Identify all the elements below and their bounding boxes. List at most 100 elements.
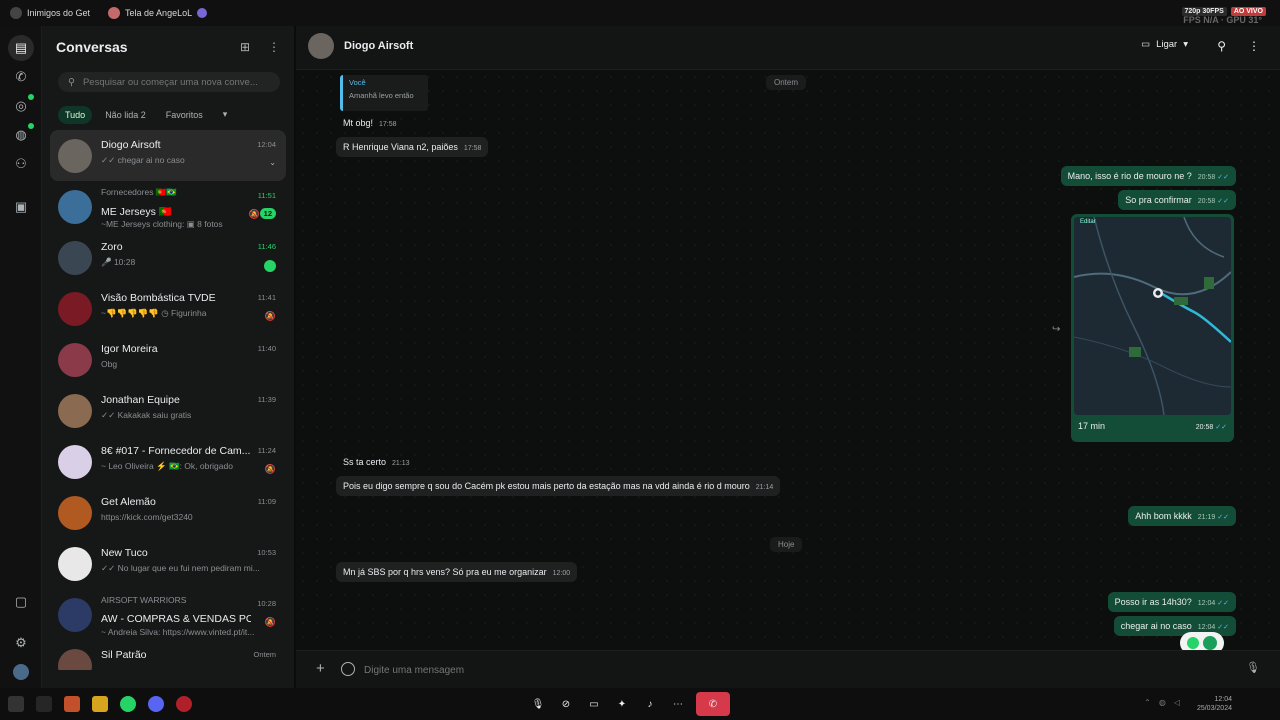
chat-item-diogo-airsoft[interactable]: Diogo Airsoft ✓✓ chegar ai no caso 12:04…	[50, 130, 286, 181]
channels-icon[interactable]: ◍	[12, 126, 30, 144]
map-image[interactable]: Editar	[1074, 217, 1231, 415]
message-input[interactable]	[364, 661, 1224, 679]
discord-icon[interactable]	[148, 696, 164, 712]
chat-item-me-jerseys[interactable]: Fornecedores 🇵🇹🇧🇷 ME Jerseys 🇵🇹 ~ME Jers…	[50, 181, 286, 232]
search-icon[interactable]	[36, 696, 52, 712]
chat-item-fornecedor[interactable]: 8€ #017 - Fornecedor de Cam... ~ Leo Oli…	[50, 436, 286, 487]
stream-avatar-icon	[108, 7, 121, 19]
message-outgoing[interactable]: Posso ir as 14h30? 12:04 ✓✓	[1107, 592, 1236, 612]
message-time: 20:58	[1195, 424, 1214, 431]
location-message[interactable]: Editar 17 min 20:58 ✓✓	[1071, 214, 1234, 442]
stream-tab-angelol[interactable]: Tela de AngeLoL	[125, 8, 192, 18]
contact-avatar[interactable]	[308, 33, 334, 59]
profile-avatar[interactable]	[12, 663, 30, 681]
chat-item-sil-patrao[interactable]: Sil Patrão Ontem	[50, 640, 286, 670]
end-call-button[interactable]: ✆	[696, 692, 730, 716]
stream-top-bar: Inimigos do Get Tela de AngeLoL 720p 30F…	[0, 0, 1280, 26]
folder-icon[interactable]	[92, 696, 108, 712]
communities-icon[interactable]: ⚇	[12, 155, 30, 173]
call-button[interactable]: ▭ Ligar ▾	[1141, 39, 1188, 50]
more-icon[interactable]: ⋯	[668, 694, 688, 714]
read-ticks-icon: ✓✓	[1217, 514, 1229, 521]
message-incoming[interactable]: Mn já SBS por q hrs vens? Só pra eu me o…	[336, 562, 578, 582]
message-outgoing[interactable]: Ahh bom kkkk 21:19 ✓✓	[1128, 506, 1236, 526]
settings-icon[interactable]: ⚙	[12, 634, 30, 652]
chat-item-new-tuco[interactable]: New Tuco ✓✓ No lugar que eu fui nem pedi…	[50, 538, 286, 589]
filter-favorites[interactable]: Favoritos	[159, 106, 210, 124]
emoji-icon[interactable]	[341, 662, 355, 676]
message-incoming[interactable]: Pois eu digo sempre q sou do Cacém pk es…	[336, 476, 781, 496]
whatsapp-icon[interactable]	[120, 696, 136, 712]
network-icon[interactable]: ◍	[1159, 698, 1166, 707]
stream-tab-get[interactable]: Inimigos do Get	[27, 8, 90, 18]
avatar	[58, 445, 92, 479]
conversation-panel: Diogo Airsoft ▭ Ligar ▾ ⚲ ⋮ Você Amanhã …	[296, 26, 1280, 688]
quote-author: Você	[349, 78, 366, 87]
firefox-icon[interactable]	[64, 696, 80, 712]
chat-preview: ~ME Jerseys clothing: ▣ 8 fotos	[101, 219, 223, 229]
message-outgoing[interactable]: So pra confirmar 20:58 ✓✓	[1118, 190, 1236, 210]
chat-item-zoro[interactable]: Zoro 🎤 10:28 11:46	[50, 232, 286, 283]
chats-icon[interactable]: ▤	[8, 35, 34, 61]
chat-time: 11:09	[257, 497, 276, 506]
chat-name: ME Jerseys 🇵🇹	[101, 206, 172, 218]
mic-icon[interactable]: 🎙	[528, 694, 548, 714]
avatar	[58, 292, 92, 326]
clock[interactable]: 12:04 25/03/2024	[1197, 695, 1232, 713]
media-icon[interactable]: ▢	[12, 593, 30, 611]
volume-icon[interactable]: ◁	[1174, 698, 1180, 707]
quoted-message[interactable]: Você Amanhã levo então	[340, 75, 428, 111]
tray-chevron-icon[interactable]: ⌃	[1144, 698, 1151, 707]
message-incoming[interactable]: Ss ta certo 21:13	[336, 452, 417, 472]
filter-unread[interactable]: Não lida 2	[98, 106, 153, 124]
channels-new-dot	[28, 123, 34, 129]
chat-item-visao-bombastica[interactable]: Visão Bombástica TVDE ~👎👎👎👎👎 ◷ Figurinha…	[50, 283, 286, 334]
start-icon[interactable]	[8, 696, 24, 712]
microphone-icon[interactable]: 🎙	[1246, 661, 1260, 674]
chat-time: 12:04	[257, 140, 276, 149]
menu-icon[interactable]: ⋮	[1248, 39, 1260, 53]
search-box[interactable]: ⚲	[58, 72, 280, 92]
chevron-down-icon[interactable]: ⌄	[269, 158, 276, 167]
forward-icon[interactable]: ↪	[1052, 324, 1060, 335]
chat-item-igor-moreira[interactable]: Igor Moreira Obg 11:40	[50, 334, 286, 385]
stream-avatar-icon	[10, 7, 22, 19]
status-icon[interactable]: ◎	[12, 97, 30, 115]
filter-more-chevron-icon[interactable]: ▾	[216, 105, 235, 124]
message-incoming[interactable]: R Henrique Viana n2, paiões 17:58	[336, 137, 489, 157]
filter-unread-count: 2	[140, 109, 146, 120]
activities-icon[interactable]: ✦	[612, 694, 632, 714]
call-controls: 🎙 ⊘ ▭ ✦ ♪ ⋯ ✆	[528, 692, 730, 716]
search-icon: ⚲	[68, 76, 75, 88]
call-label: Ligar	[1156, 39, 1178, 50]
screen-share-icon[interactable]: ▭	[584, 694, 604, 714]
quote-text: Amanhã levo então	[349, 91, 414, 100]
filter-all[interactable]: Tudo	[58, 105, 93, 124]
chat-list: Diogo Airsoft ✓✓ chegar ai no caso 12:04…	[50, 130, 286, 670]
grammarly-icon	[1203, 636, 1217, 650]
contact-name[interactable]: Diogo Airsoft	[344, 40, 413, 52]
message-text: So pra confirmar	[1125, 195, 1192, 205]
chat-name: Get Alemão	[101, 496, 156, 508]
message-incoming[interactable]: Mt obg! 17:58	[336, 113, 404, 133]
soundboard-icon[interactable]: ♪	[640, 694, 660, 714]
app-icon[interactable]	[176, 696, 192, 712]
chat-item-aw-compras[interactable]: AIRSOFT WARRIORS AW - COMPRAS & VENDAS P…	[50, 589, 286, 640]
chat-group-name: AIRSOFT WARRIORS	[101, 595, 187, 605]
search-input[interactable]	[82, 76, 263, 88]
attach-plus-icon[interactable]: +	[316, 660, 325, 677]
message-text: Mn já SBS por q hrs vens? Só pra eu me o…	[343, 567, 547, 577]
message-outgoing[interactable]: Mano, isso é rio de mouro ne ? 20:58 ✓✓	[1060, 166, 1236, 186]
location-pin-icon	[1187, 637, 1199, 649]
unread-badge: 12	[259, 208, 276, 219]
camera-off-icon[interactable]: ⊘	[556, 694, 576, 714]
panel-actions: ⊞ ⋮	[240, 40, 280, 54]
archive-icon[interactable]: ▣	[12, 198, 30, 216]
new-chat-icon[interactable]: ⊞	[240, 40, 250, 54]
menu-icon[interactable]: ⋮	[268, 40, 280, 54]
chat-item-jonathan-equipe[interactable]: Jonathan Equipe ✓✓ Kakakak saiu gratis 1…	[50, 385, 286, 436]
calls-icon[interactable]: ✆	[12, 68, 30, 86]
chat-item-get-alemao[interactable]: Get Alemão https://kick.com/get3240 11:0…	[50, 487, 286, 538]
search-icon[interactable]: ⚲	[1217, 39, 1226, 53]
map-edit-label[interactable]: Editar	[1080, 219, 1096, 225]
